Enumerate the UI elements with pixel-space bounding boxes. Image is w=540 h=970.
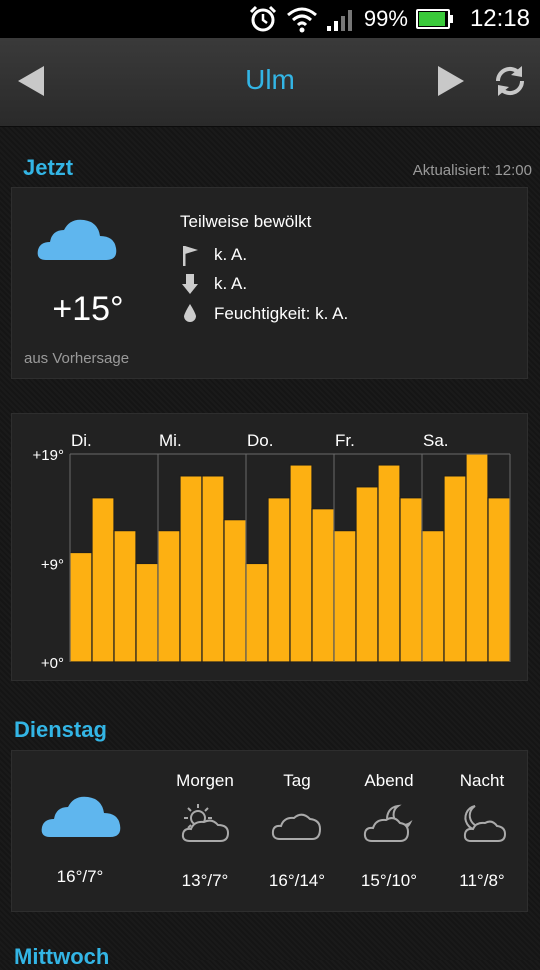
chart-bar [311,508,335,663]
temperature-chart: Di. Mi. Do. Fr. Sa. +19° +9° +0° [33,431,511,672]
section-title-day: Dienstag [14,717,107,742]
refresh-button[interactable] [492,63,528,99]
city-navigation-bar: Ulm [0,38,540,127]
alarm-icon [249,5,276,32]
chart-bar [355,486,379,663]
chart-bar [377,464,401,663]
status-bar: 99% 12:18 [0,0,540,38]
clock: 12:18 [469,5,530,32]
pressure-arrow-icon [180,273,200,295]
day-cloud-icon [41,796,121,837]
data-source-label: aus Vorhersage [24,350,130,367]
chart-bar [113,530,137,663]
day-temperature: 16°/7° [56,867,104,886]
chart-day-label: Do. [247,431,273,450]
chart-day-label: Di. [71,431,92,450]
pressure-value: k. A. [214,274,248,293]
chart-bar [399,497,423,663]
chart-bar [223,519,247,663]
wifi-icon [286,7,317,33]
cloud-icon [271,813,322,840]
temperature-chart-panel: Di. Mi. Do. Fr. Sa. +19° +9° +0° [11,413,528,681]
chart-bar [179,475,203,663]
period-label: Tag [283,771,311,790]
moon-cloud-icon [463,805,507,842]
moon-cloud-icon [363,804,413,842]
section-title-now: Jetzt [23,155,74,180]
period-label: Abend [364,771,414,790]
section-title-next-day: Mittwoch [14,944,110,969]
condition-text: Teilweise bewölkt [180,212,312,231]
wind-value: k. A. [214,245,248,264]
chart-bar [487,497,511,663]
partly-cloudy-icon [37,219,117,260]
chart-bar [245,562,269,663]
sun-cloud-icon [181,804,230,842]
battery-percent: 99% [363,6,408,31]
wind-flag-icon [180,244,200,266]
water-drop-icon [180,303,200,325]
wind-row: k. A. [180,244,247,266]
period-temp: 11°/8° [459,871,505,890]
chart-bar [91,497,115,663]
signal-icon [326,10,352,31]
chart-bar [465,453,489,663]
chart-bar [201,475,225,663]
period-temp: 13°/7° [181,871,229,890]
chart-day-label: Fr. [335,431,355,450]
humidity-row: Feuchtigkeit: k. A. [180,303,348,325]
period-label: Nacht [459,771,505,790]
period-temp: 15°/10° [360,871,418,890]
chart-bar [443,475,467,663]
period-label: Morgen [176,771,234,790]
chart-day-label: Mi. [159,431,182,450]
humidity-value: Feuchtigkeit: k. A. [214,304,349,323]
period-morning: Morgen 13°/7° [155,771,255,891]
current-temperature: +15° [52,290,124,328]
chart-y-tick-label: +0° [41,655,64,672]
chart-y-tick-label: +9° [41,556,64,573]
chart-bar [69,551,93,663]
chart-y-tick-label: +19° [33,447,64,464]
chart-bar [421,530,445,663]
next-city-button[interactable] [436,64,466,98]
day-forecast-panel: 16°/7° Morgen 13°/7° Tag 16°/14° Abend 1… [11,750,528,912]
current-weather-panel: +15° aus Vorhersage Teilweise bewölkt k.… [11,187,528,379]
period-night: Nacht 11°/8° [432,771,532,891]
chart-bar [289,464,313,663]
period-evening: Abend 15°/10° [339,771,439,891]
pressure-row: k. A. [180,273,247,295]
chart-bar [157,530,181,663]
updated-time: Aktualisiert: 12:00 [412,162,532,179]
battery-icon [415,9,453,29]
chart-bar [135,562,159,663]
period-day: Tag 16°/14° [247,771,347,891]
chart-day-label: Sa. [423,431,449,450]
chart-bar [333,530,357,663]
period-temp: 16°/14° [268,871,326,890]
chart-bar [267,497,291,663]
battery-fill [418,12,445,26]
